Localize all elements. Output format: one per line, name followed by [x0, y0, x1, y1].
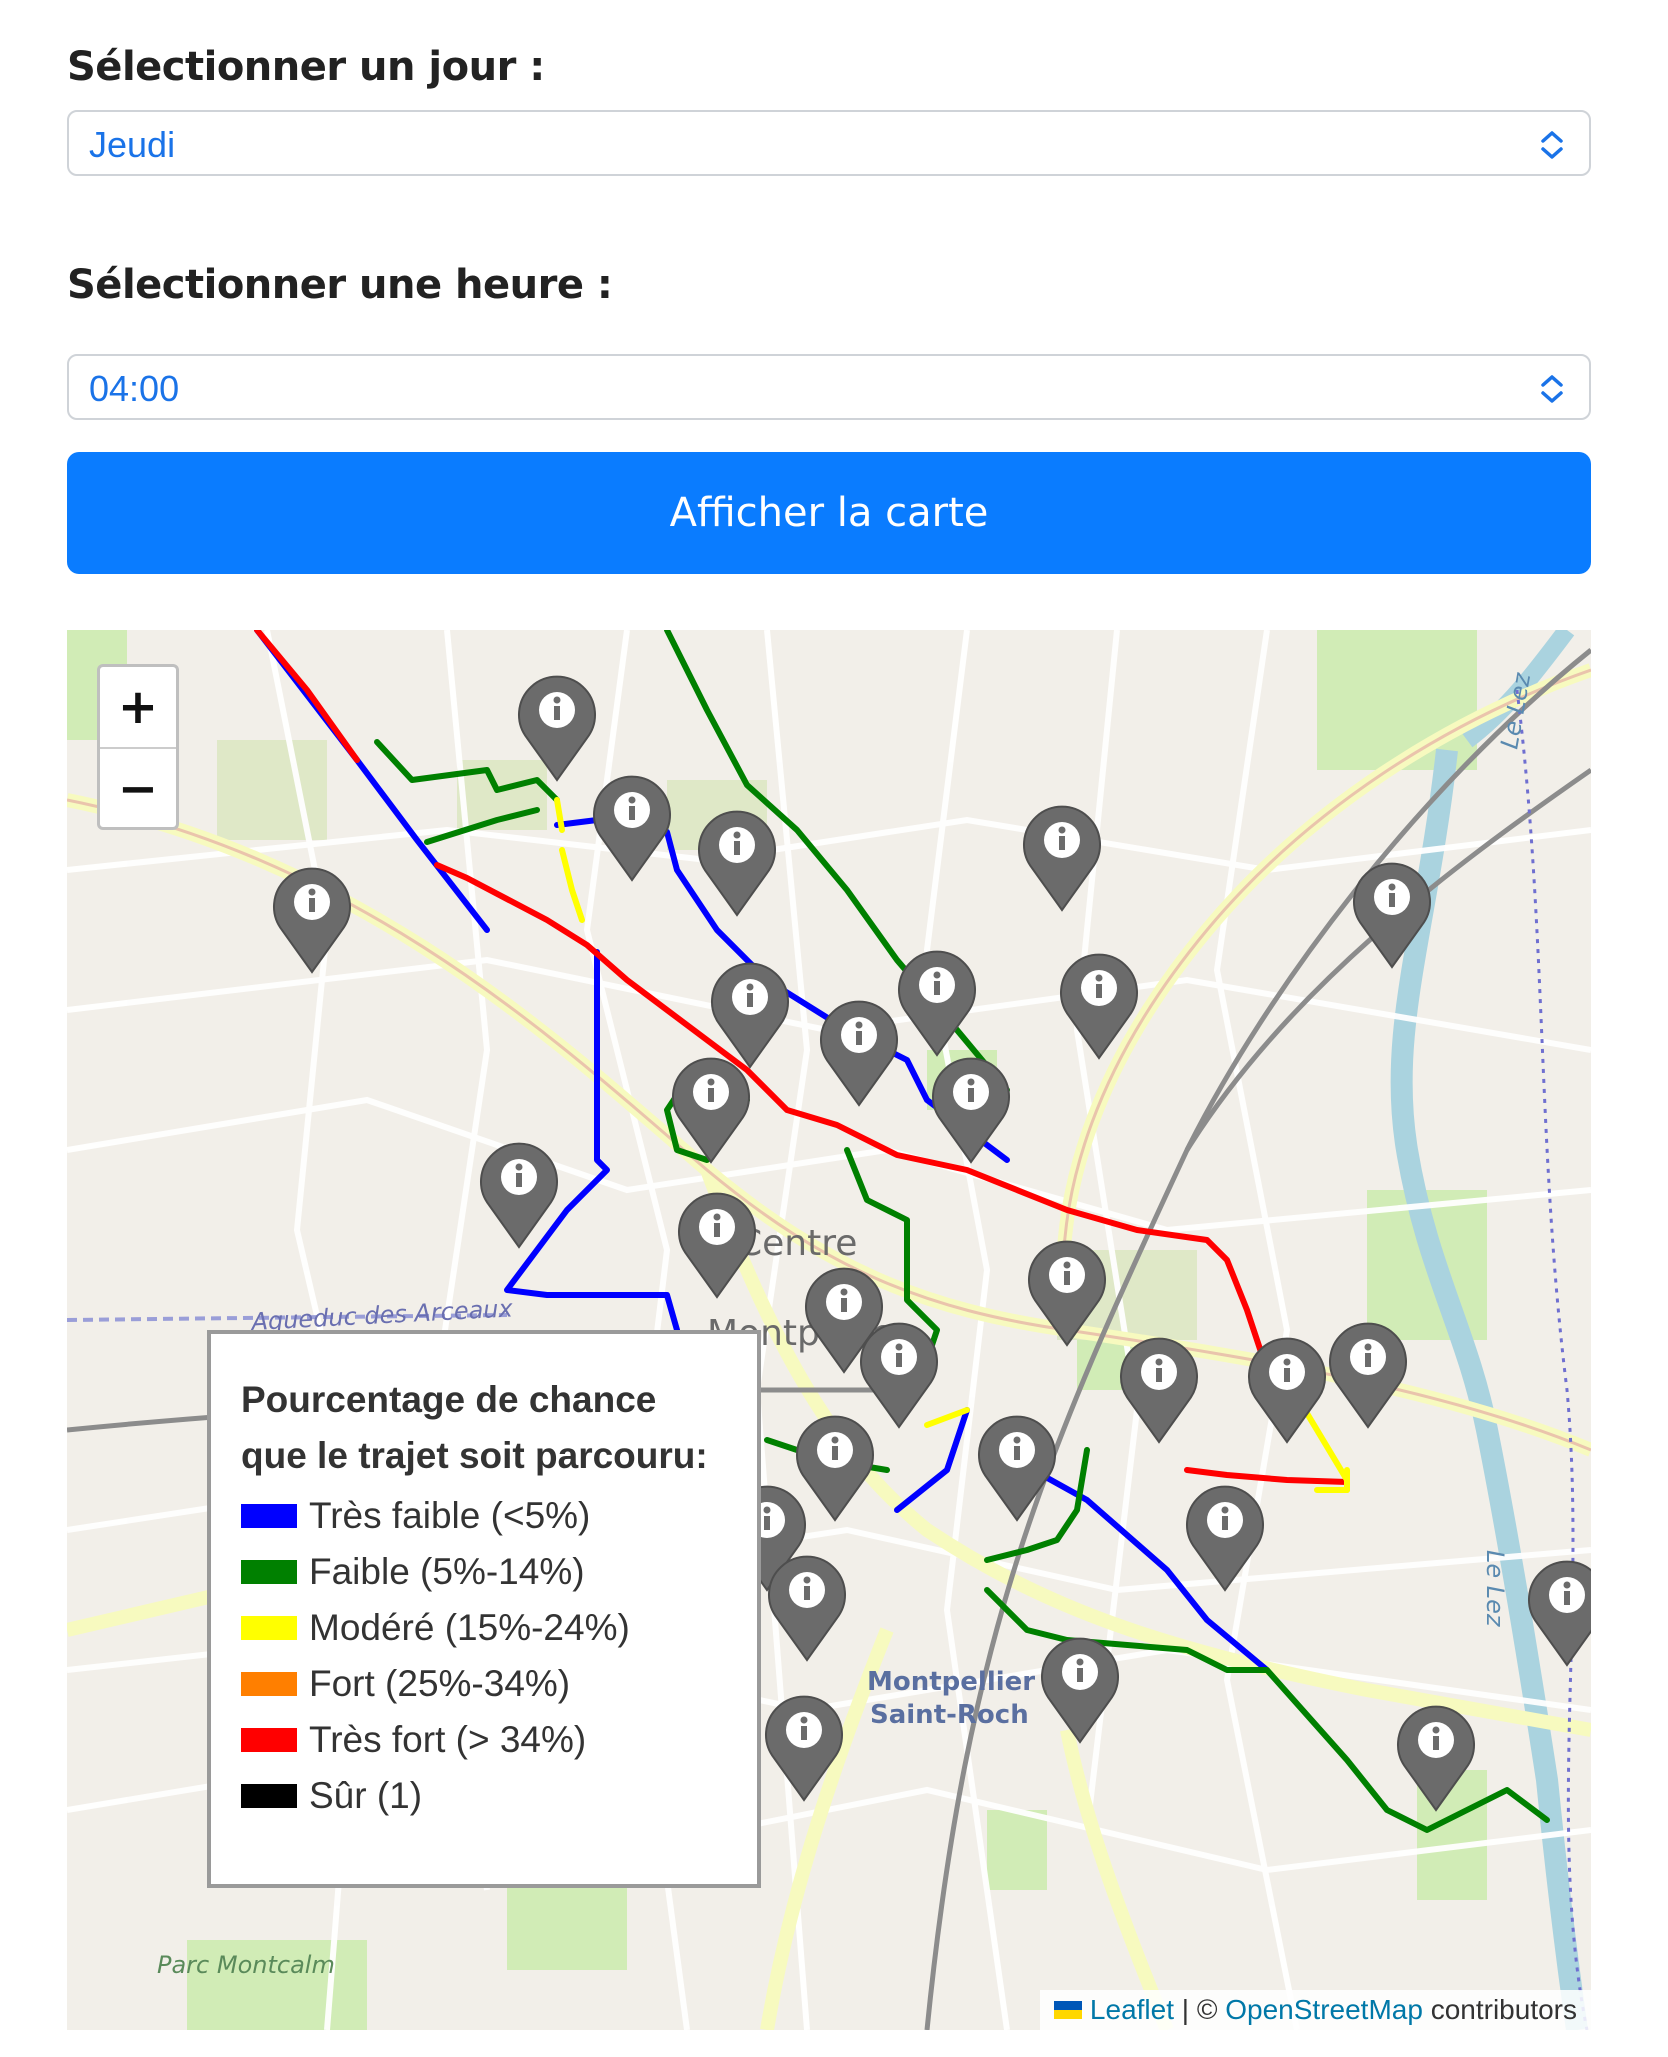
legend-title: Pourcentage de chance que le trajet soit…	[241, 1379, 708, 1476]
zoom-in-button[interactable]: +	[100, 667, 176, 749]
legend-label: Très fort (> 34%)	[309, 1719, 587, 1760]
legend-item: Sûr (1)	[241, 1768, 727, 1824]
legend-swatch	[241, 1616, 297, 1640]
map[interactable]: Centre Montpellier Montpellier Saint-Roc…	[67, 630, 1591, 2030]
legend-swatch	[241, 1504, 297, 1528]
day-select[interactable]: Jeudi	[67, 110, 1591, 176]
openstreetmap-link[interactable]: OpenStreetMap	[1225, 1994, 1423, 2026]
place-label-montpellier-station: Montpellier	[867, 1667, 1035, 1697]
legend-label: Sûr (1)	[309, 1775, 423, 1816]
chevron-updown-icon	[1541, 131, 1563, 159]
zoom-control: + −	[97, 664, 179, 830]
legend-swatch	[241, 1672, 297, 1696]
hour-select-value: 04:00	[89, 368, 180, 409]
legend-item: Modéré (15%-24%)	[241, 1600, 727, 1656]
legend-label: Modéré (15%-24%)	[309, 1607, 630, 1648]
place-label-saint-roch: Saint-Roch	[870, 1700, 1029, 1730]
legend-swatch	[241, 1728, 297, 1752]
hour-select[interactable]: 04:00	[67, 354, 1591, 420]
hour-label: Sélectionner une heure :	[67, 262, 613, 308]
leaflet-link[interactable]: Leaflet	[1090, 1994, 1174, 2026]
place-label-parc-montcalm: Parc Montcalm	[157, 1951, 335, 1979]
attribution-suffix: contributors	[1422, 1994, 1577, 2025]
day-select-value: Jeudi	[89, 124, 176, 165]
chevron-updown-icon	[1541, 375, 1563, 403]
legend-label: Faible (5%-14%)	[309, 1551, 585, 1592]
legend-item: Faible (5%-14%)	[241, 1544, 727, 1600]
place-label-le-lez-2: Le Lez	[1481, 1550, 1509, 1628]
show-map-button[interactable]: Afficher la carte	[67, 452, 1591, 574]
legend-label: Fort (25%-34%)	[309, 1663, 571, 1704]
legend-item: Très fort (> 34%)	[241, 1712, 727, 1768]
legend-item: Très faible (<5%)	[241, 1488, 727, 1544]
legend-label: Très faible (<5%)	[309, 1495, 591, 1536]
legend-item: Fort (25%-34%)	[241, 1656, 727, 1712]
ukraine-flag-icon	[1053, 2001, 1082, 2019]
attribution-separator: | ©	[1174, 1994, 1226, 2025]
map-attribution: Leaflet | © OpenStreetMap contributors	[1039, 1990, 1591, 2030]
map-legend: Pourcentage de chance que le trajet soit…	[207, 1330, 761, 1888]
legend-swatch	[241, 1784, 297, 1808]
day-label: Sélectionner un jour :	[67, 44, 545, 90]
zoom-out-button[interactable]: −	[100, 749, 176, 829]
legend-swatch	[241, 1560, 297, 1584]
